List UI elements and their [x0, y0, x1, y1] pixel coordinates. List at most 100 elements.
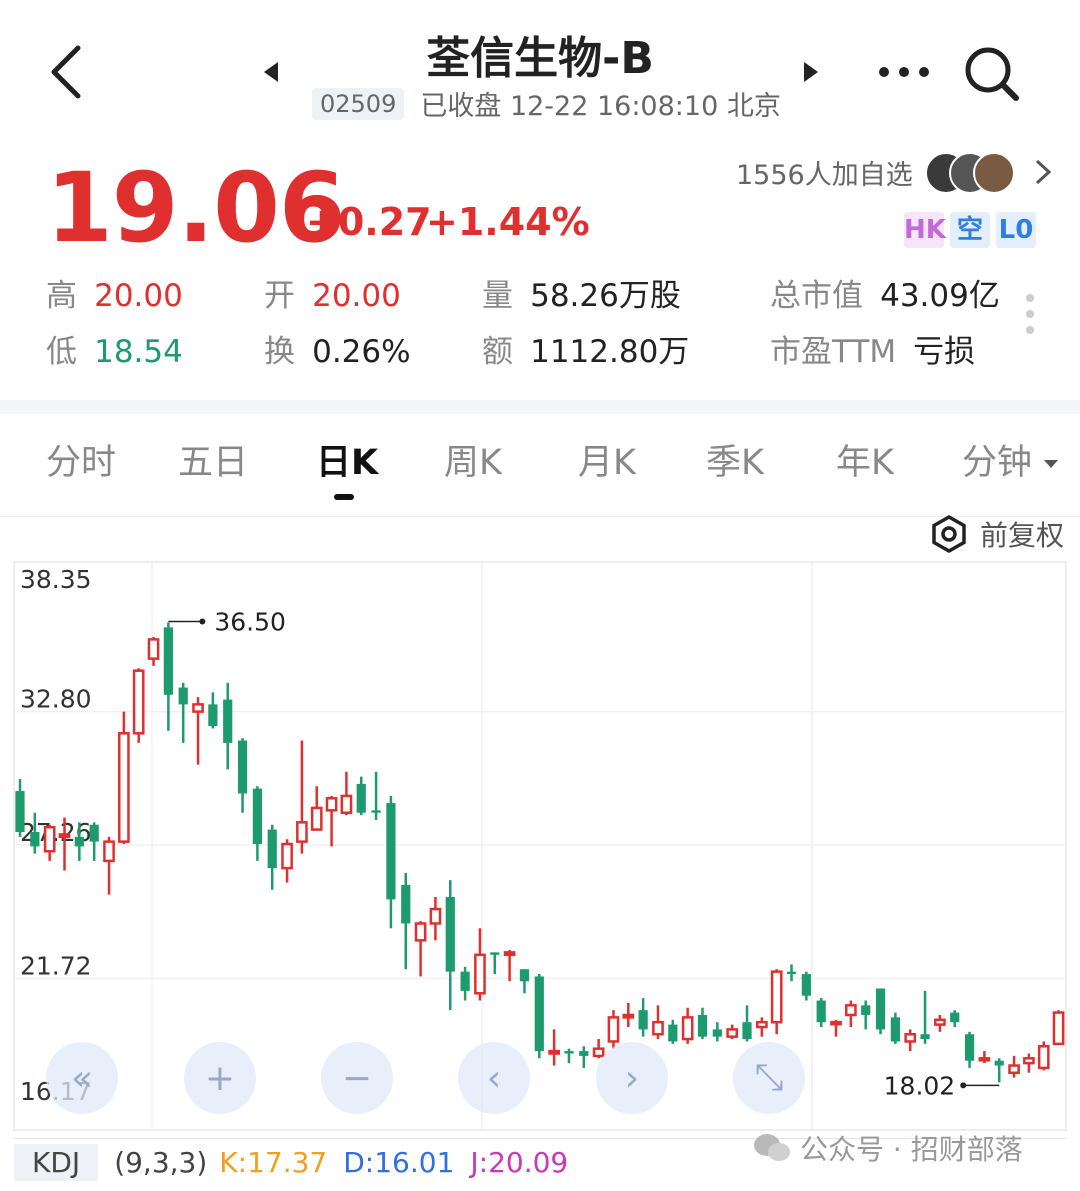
indicator-selector[interactable]: KDJ	[14, 1143, 99, 1181]
low-marker-label: 18.02	[884, 1071, 956, 1100]
high-marker-dot	[199, 618, 206, 625]
candle-body-up	[325, 797, 338, 812]
candle-body-up	[192, 703, 204, 713]
stat-pe-ttm: 市盈TTM 亏损	[770, 326, 975, 371]
watermark-text: 公众号 · 招财部落	[800, 1133, 1023, 1166]
tab-minute[interactable]: 分钟	[962, 434, 1059, 485]
candle-body-down	[74, 836, 84, 847]
candle-body-up	[607, 1016, 620, 1043]
adjust-settings-icon	[932, 515, 966, 553]
chart-period-tabs	[0, 400, 1080, 517]
candle-body-down	[252, 788, 262, 845]
badge-hk: HK	[904, 212, 946, 248]
candle-body-down	[208, 704, 218, 727]
search-icon	[965, 47, 1019, 101]
minus-icon: −	[341, 1057, 373, 1099]
stat-turnover: 换 0.26%	[264, 326, 411, 371]
stat-high: 高 20.00	[46, 270, 183, 315]
next-stock-arrow[interactable]	[800, 60, 820, 88]
candle-body-up	[830, 1020, 842, 1026]
search-button[interactable]	[962, 44, 1022, 108]
stat-low: 低 18.54	[46, 326, 183, 371]
candle-body-up	[592, 1047, 605, 1058]
stock-code: 02509	[312, 87, 405, 120]
stats-more-handle[interactable]	[1024, 292, 1036, 342]
y-tick-label: 32.80	[20, 685, 92, 714]
price-adjust-option[interactable]: 前复权	[930, 514, 1064, 554]
tab-intraday[interactable]: 分时	[46, 434, 116, 485]
candle-body-up	[548, 1049, 560, 1055]
candle-body-down	[237, 740, 248, 794]
candle-body-down	[386, 803, 396, 900]
stat-value: 0.26%	[312, 334, 411, 370]
stat-value: 18.54	[94, 334, 183, 370]
stock-status-line: 02509 已收盘 12-22 16:08:10 北京	[312, 84, 781, 123]
watcher-avatars	[924, 150, 1015, 194]
price-change: +0.27	[306, 200, 432, 244]
candle-body-up	[1037, 1045, 1050, 1070]
tab-quarterly-k[interactable]: 季K	[706, 434, 764, 485]
stat-label: 低	[46, 334, 77, 370]
tab-daily-k[interactable]: 日K	[316, 434, 378, 485]
candle-body-down	[786, 971, 797, 975]
candle-body-up	[904, 1032, 917, 1043]
plus-icon: +	[204, 1057, 236, 1099]
stat-label: 量	[482, 278, 513, 314]
candle-body-down	[579, 1051, 589, 1056]
fullscreen-button[interactable]: ⤡	[733, 1042, 805, 1114]
indicator-params: (9,3,3)	[114, 1145, 208, 1179]
watchlist-entry[interactable]: 1556人加自选	[736, 150, 1055, 194]
high-marker-label: 36.50	[214, 608, 286, 637]
candle-body-down	[801, 974, 811, 996]
candle-body-down	[861, 1005, 871, 1015]
more-button[interactable]	[876, 64, 932, 84]
expand-icon: ⤡	[754, 1057, 784, 1098]
zoom-out-button[interactable]: −	[321, 1042, 393, 1114]
candle-body-down	[697, 1014, 708, 1037]
active-tab-indicator	[334, 494, 354, 500]
indicator-k: K:17.37	[219, 1145, 328, 1179]
tab-yearly-k[interactable]: 年K	[836, 434, 894, 485]
wechat-icon	[754, 1134, 790, 1161]
candle-body-up	[310, 806, 323, 831]
stat-value: 亏损	[913, 334, 976, 370]
candle-body-down	[994, 1060, 1004, 1066]
candle-body-down	[223, 699, 233, 743]
tab-monthly-k[interactable]: 月K	[578, 434, 636, 485]
tab-weekly-k[interactable]: 周K	[444, 434, 502, 485]
tab-five-day[interactable]: 五日	[178, 434, 248, 485]
double-chevron-left-icon: «	[70, 1057, 94, 1099]
candle-body-up	[43, 825, 56, 853]
candle-body-up	[845, 1004, 857, 1017]
zoom-in-button[interactable]: +	[184, 1042, 256, 1114]
candle-body-down	[534, 976, 544, 1052]
candle-body-down	[445, 897, 455, 972]
chart-frame	[13, 561, 1067, 1131]
candle-body-down	[401, 884, 411, 924]
candle-body-down	[564, 1051, 574, 1054]
candle-body-down	[920, 1034, 930, 1040]
candle-body-up	[726, 1028, 739, 1038]
tab-minute-label: 分钟	[962, 443, 1033, 483]
stat-market-cap: 总市值 43.09亿	[770, 270, 1000, 315]
stat-label: 换	[264, 334, 295, 370]
scroll-right-button[interactable]: ›	[596, 1042, 668, 1114]
candle-body-down	[816, 1000, 826, 1023]
adjust-label: 前复权	[980, 519, 1065, 552]
candle-body-up	[755, 1020, 768, 1029]
candle-body-down	[964, 1034, 975, 1061]
candle-body-up	[622, 1013, 635, 1019]
stat-label: 市盈TTM	[770, 334, 897, 370]
candle-body-up	[770, 970, 783, 1024]
candle-body-down	[490, 952, 500, 955]
scroll-start-button[interactable]: «	[46, 1042, 118, 1114]
stat-value: 43.09亿	[880, 278, 1000, 314]
stat-value: 1112.80万	[530, 334, 690, 370]
scroll-left-button[interactable]: ‹	[458, 1042, 530, 1114]
market-status: 已收盘 12-22 16:08:10 北京	[420, 91, 781, 122]
chevron-right-icon	[1035, 159, 1051, 185]
candle-body-up	[652, 1020, 664, 1036]
candle-body-up	[474, 953, 486, 995]
watermark: 公众号 · 招财部落	[752, 1128, 1023, 1168]
candle-body-down	[875, 988, 886, 1030]
